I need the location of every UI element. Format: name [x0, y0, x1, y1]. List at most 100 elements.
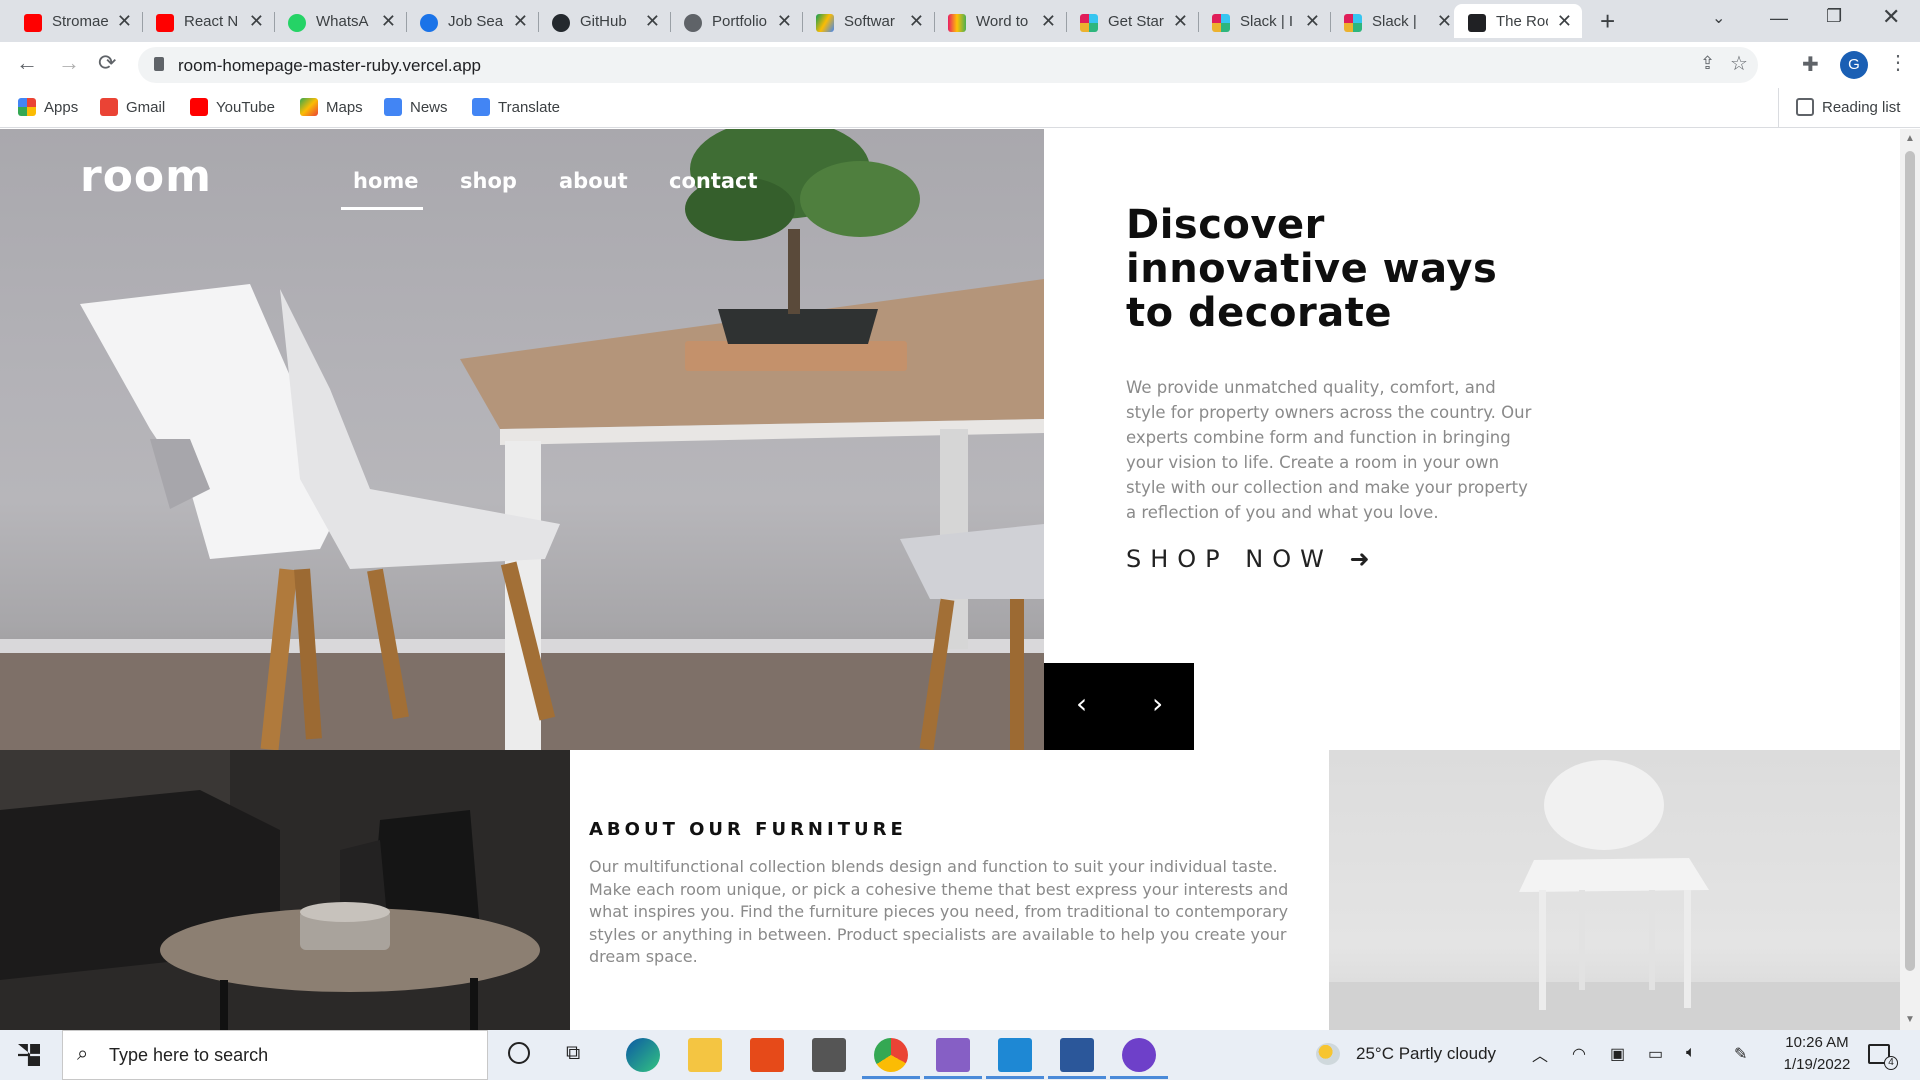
tab-5[interactable]: Portfolio ✕	[660, 4, 803, 38]
github-desktop-icon[interactable]	[1122, 1038, 1156, 1072]
page-scrollbar[interactable]: ▲ ▼	[1900, 129, 1920, 1030]
tab-2[interactable]: WhatsA ✕	[264, 4, 407, 38]
close-icon[interactable]: ✕	[381, 11, 396, 31]
scroll-up-icon[interactable]: ▲	[1905, 133, 1915, 144]
meet-icon[interactable]: ▣	[1610, 1044, 1625, 1064]
nav-shop[interactable]: shop	[460, 169, 517, 193]
tab-label: Word to	[976, 13, 1029, 30]
profile-avatar[interactable]: G	[1840, 51, 1868, 79]
close-icon[interactable]: ✕	[645, 11, 660, 31]
tab-1[interactable]: React N ✕	[132, 4, 275, 38]
close-icon[interactable]: ✕	[1437, 11, 1452, 31]
search-icon: ⌕	[77, 1043, 89, 1065]
new-tab-button[interactable]: +	[1600, 6, 1615, 37]
scroll-thumb[interactable]	[1905, 151, 1915, 971]
dark-furniture-image	[0, 750, 570, 1030]
tab-9[interactable]: Slack | I ✕	[1188, 4, 1331, 38]
task-view-icon[interactable]: ⧉	[566, 1042, 580, 1065]
tab-6[interactable]: Softwar ✕	[792, 4, 935, 38]
chrome-icon[interactable]	[874, 1038, 908, 1072]
bookmark-gmail[interactable]: Gmail	[100, 98, 165, 118]
slack-icon	[1212, 14, 1230, 32]
weather-text[interactable]: 25°C Partly cloudy	[1356, 1044, 1496, 1064]
nav-contact[interactable]: contact	[669, 169, 758, 193]
edge-icon[interactable]	[626, 1038, 660, 1072]
volume-icon[interactable]: 🔈︎	[1686, 1044, 1696, 1062]
reading-list-label: Reading list	[1822, 99, 1901, 116]
clock-time[interactable]: 10:26 AM	[1780, 1034, 1854, 1051]
address-bar[interactable]: room-homepage-master-ruby.vercel.app ⇪ ☆	[138, 47, 1758, 83]
close-icon[interactable]: ✕	[249, 11, 264, 31]
bookmarks-bar: Apps Gmail YouTube Maps News Translate R…	[0, 88, 1920, 128]
notification-count: 4	[1884, 1056, 1898, 1070]
chevron-right-icon[interactable]: ›	[1152, 689, 1163, 719]
close-icon[interactable]: ✕	[1557, 11, 1572, 31]
shop-now-link[interactable]: SHOP NOW ➜	[1126, 545, 1370, 573]
back-icon[interactable]: ←	[16, 50, 38, 76]
tab-8[interactable]: Get Star ✕	[1056, 4, 1199, 38]
browser-toolbar: ← → ⟳ room-homepage-master-ruby.vercel.a…	[0, 42, 1920, 88]
nav-home[interactable]: home	[353, 169, 419, 193]
vscode-icon[interactable]	[998, 1038, 1032, 1072]
tab-label: The Roo	[1496, 13, 1548, 30]
close-icon[interactable]: ✕	[117, 11, 132, 31]
file-explorer-icon[interactable]	[688, 1038, 722, 1072]
tab-10[interactable]: Slack | ✕	[1320, 4, 1462, 38]
bookmark-translate[interactable]: Translate	[472, 98, 560, 118]
nav-about[interactable]: about	[559, 169, 628, 193]
chevron-up-icon[interactable]: ︿	[1532, 1042, 1548, 1066]
youtube-icon	[190, 98, 208, 116]
tab-7[interactable]: Word to ✕	[924, 4, 1067, 38]
bookmark-youtube[interactable]: YouTube	[190, 98, 275, 118]
close-icon[interactable]: ✕	[909, 11, 924, 31]
close-icon[interactable]: ✕	[1041, 11, 1056, 31]
restore-button[interactable]: ❐	[1826, 6, 1842, 27]
bookmark-label: Translate	[498, 99, 560, 116]
word-icon[interactable]	[1060, 1038, 1094, 1072]
close-icon[interactable]: ✕	[513, 11, 528, 31]
visual-studio-icon[interactable]	[936, 1038, 970, 1072]
windows-start-icon[interactable]	[18, 1044, 40, 1066]
bookmark-maps[interactable]: Maps	[300, 98, 363, 118]
close-icon[interactable]: ✕	[1173, 11, 1188, 31]
office-icon[interactable]	[750, 1038, 784, 1072]
tab-3[interactable]: Job Sea ✕	[396, 4, 539, 38]
tab-4[interactable]: GitHub ✕	[528, 4, 671, 38]
minimize-button[interactable]: —	[1770, 8, 1788, 29]
extensions-icon[interactable]: ✚	[1802, 52, 1819, 77]
open-app-indicator	[924, 1076, 982, 1079]
apps-grid-icon	[18, 98, 36, 116]
scroll-down-icon[interactable]: ▼	[1905, 1014, 1915, 1025]
bookmark-news[interactable]: News	[384, 98, 448, 118]
clock-date[interactable]: 1/19/2022	[1780, 1056, 1854, 1073]
cortana-icon[interactable]	[508, 1042, 530, 1064]
reading-list-button[interactable]: Reading list	[1796, 98, 1900, 118]
youtube-icon	[24, 14, 42, 32]
bookmark-apps[interactable]: Apps	[18, 98, 78, 118]
chevron-left-icon[interactable]: ‹	[1076, 689, 1087, 719]
share-icon[interactable]: ⇪	[1700, 53, 1715, 74]
close-icon[interactable]: ✕	[777, 11, 792, 31]
menu-icon[interactable]: ⋮	[1888, 50, 1908, 75]
hero-description: We provide unmatched quality, comfort, a…	[1126, 378, 1532, 522]
pen-icon[interactable]: ✎	[1734, 1044, 1747, 1064]
close-icon[interactable]: ✕	[1305, 11, 1320, 31]
tab-active[interactable]: The Roo ✕	[1454, 4, 1582, 38]
reload-icon[interactable]: ⟳	[98, 50, 116, 76]
tab-search-icon[interactable]: ⌄	[1712, 8, 1725, 28]
tab-0[interactable]: Stromae ✕	[0, 4, 143, 38]
star-icon[interactable]: ☆	[1730, 51, 1748, 76]
gmail-icon	[100, 98, 118, 116]
shop-now-label: SHOP NOW	[1126, 545, 1333, 573]
about-title: ABOUT OUR FURNITURE	[589, 819, 907, 840]
weather-icon	[1316, 1043, 1340, 1065]
network-icon[interactable]: ◠	[1572, 1044, 1586, 1064]
forward-icon[interactable]: →	[58, 50, 80, 76]
news-icon	[384, 98, 402, 116]
battery-icon[interactable]: ▭	[1648, 1044, 1663, 1064]
close-window-button[interactable]: ✕	[1882, 4, 1900, 30]
url-text[interactable]: room-homepage-master-ruby.vercel.app	[178, 56, 481, 76]
site-logo[interactable]: room	[80, 151, 212, 202]
mail-icon[interactable]	[812, 1038, 846, 1072]
taskbar-search[interactable]: ⌕ Type here to search	[62, 1030, 488, 1080]
